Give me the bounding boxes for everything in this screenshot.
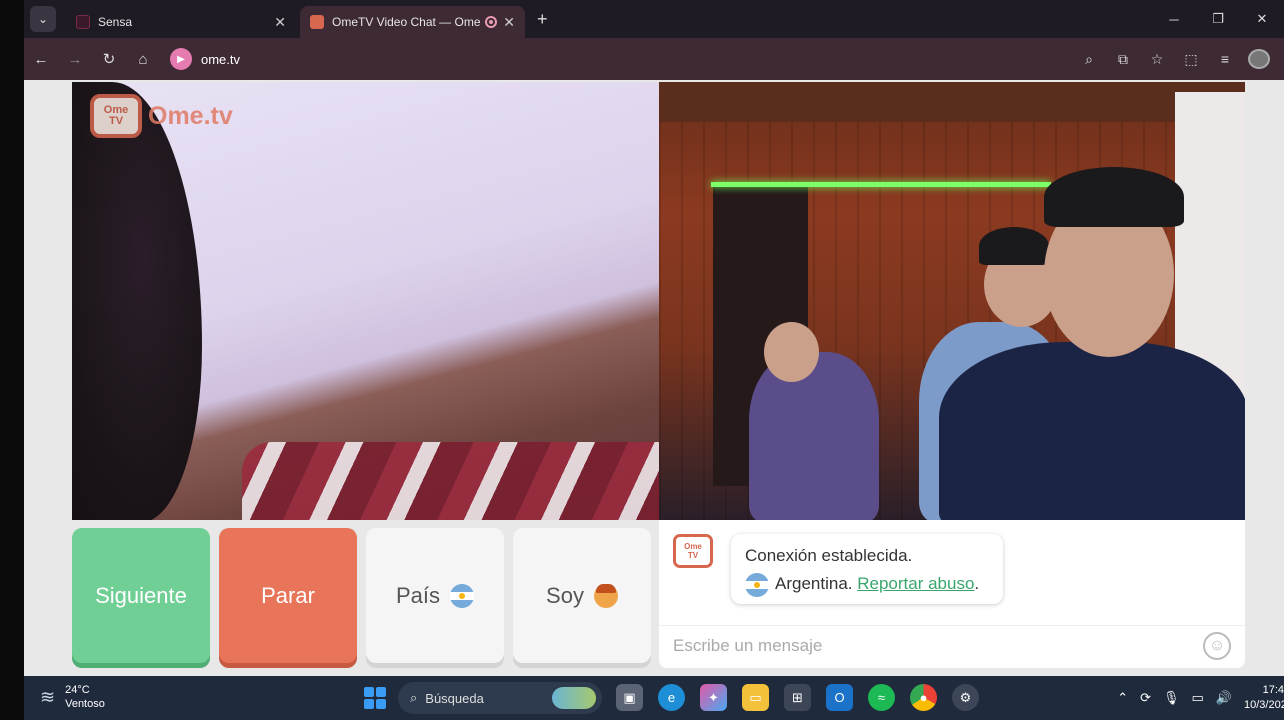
video-person-1 — [749, 352, 879, 520]
video-led-strip — [711, 182, 1051, 187]
pinned-apps: ▣ e ✦ ▭ ⊞ O ≈ ● ⚙ — [616, 684, 979, 711]
edge-icon[interactable]: e — [658, 684, 685, 711]
logo-tv-icon: Ome TV — [90, 94, 142, 138]
media-control-icon[interactable]: ≡ — [1214, 51, 1236, 67]
system-tray: ⌃ ⟳ 🎙 ▭ 🔊 17:4 10/3/202 — [1117, 676, 1284, 720]
display-icon[interactable]: ▭ — [1192, 690, 1204, 706]
browser-toolbar: ← → ↻ ⌂ ▶ ome.tv ⌕ ⧉ ☆ ⬚ ≡ — [24, 38, 1284, 80]
browser-tab-bar: ⌄ Sensa ✕ OmeTV Video Chat — Ome ✕ + ─ ❐… — [24, 0, 1284, 38]
gender-button[interactable]: Soy — [513, 528, 651, 663]
close-tab-icon[interactable]: ✕ — [274, 14, 286, 31]
windows-taskbar: ≋ 24°C Ventoso ⌕ Búsqueda ▣ e ✦ ▭ ⊞ O ≈ … — [24, 676, 1284, 720]
close-window-icon[interactable]: ✕ — [1240, 11, 1284, 27]
microphone-icon[interactable]: 🎙 — [1163, 690, 1180, 706]
back-arrow-icon[interactable]: ← — [24, 51, 58, 68]
tab-list-chevron-icon[interactable]: ⌄ — [30, 6, 56, 32]
video-hair-shape — [72, 82, 202, 520]
windows-start-icon[interactable] — [364, 687, 386, 709]
reload-icon[interactable]: ↻ — [92, 50, 126, 68]
country-label: País — [395, 582, 441, 608]
file-explorer-icon[interactable]: ▭ — [742, 684, 769, 711]
install-app-icon[interactable]: ⧉ — [1112, 51, 1134, 68]
ometv-page: Ome TV Ome.tv Siguiente Parar País Soy O… — [24, 80, 1284, 676]
country-line: Argentina. Reportar abuso. — [745, 570, 989, 598]
tab-title: Sensa — [98, 15, 133, 29]
settings-gear-icon[interactable]: ⚙ — [952, 684, 979, 711]
sensa-favicon-icon — [76, 15, 90, 29]
video-ceiling — [659, 82, 1245, 122]
site-info-icon[interactable]: ▶ — [170, 48, 192, 70]
argentina-flag-icon — [745, 572, 769, 597]
video-blanket-shape — [242, 442, 659, 520]
restore-icon[interactable]: ❐ — [1196, 11, 1240, 27]
clock-time: 17:4 — [1262, 684, 1284, 696]
recording-indicator-icon — [485, 16, 498, 28]
spotify-icon[interactable]: ≈ — [868, 684, 895, 711]
local-video: Ome TV Ome.tv — [72, 82, 659, 520]
search-label: Búsqueda — [425, 690, 484, 706]
stranger-video — [659, 82, 1245, 520]
copilot-icon[interactable]: ✦ — [700, 684, 727, 711]
chat-panel: Ome TV Conexión establecida. Argentina. … — [659, 520, 1245, 668]
smiley-emoji-icon[interactable]: ☺ — [1203, 632, 1231, 660]
clock-date: 10/3/202 — [1244, 699, 1284, 711]
chevron-up-icon[interactable]: ⌃ — [1117, 690, 1128, 706]
argentina-flag-icon — [450, 583, 475, 608]
bookmark-star-icon[interactable]: ☆ — [1146, 51, 1168, 68]
message-placeholder: Escribe un mensaje — [673, 635, 823, 655]
home-icon[interactable]: ⌂ — [126, 51, 160, 68]
country-name: Argentina. — [775, 574, 853, 593]
country-button[interactable]: País — [366, 528, 504, 663]
profile-avatar[interactable] — [1248, 49, 1270, 69]
tab-title: OmeTV Video Chat — Ome — [332, 15, 481, 29]
left-edge — [0, 0, 24, 720]
ometv-favicon-icon — [310, 15, 324, 29]
weather-temp: 24°C — [65, 684, 90, 696]
system-message: Conexión establecida. Argentina. Reporta… — [731, 534, 1003, 604]
message-input[interactable]: Escribe un mensaje — [659, 625, 1245, 665]
toolbar-actions: ⌕ ⧉ ☆ ⬚ ≡ — [1078, 38, 1270, 80]
url-text: ome.tv — [201, 51, 241, 67]
extensions-icon[interactable]: ⬚ — [1180, 51, 1202, 68]
task-view-icon[interactable]: ▣ — [616, 684, 643, 711]
screen: ⌄ Sensa ✕ OmeTV Video Chat — Ome ✕ + ─ ❐… — [0, 0, 1284, 720]
volume-icon[interactable]: 🔊 — [1216, 690, 1232, 706]
tab-sensa[interactable]: Sensa ✕ — [66, 6, 296, 38]
wind-icon: ≋ — [40, 686, 56, 707]
next-button[interactable]: Siguiente — [72, 528, 210, 663]
logo-text: Ome.tv — [148, 101, 233, 130]
search-highlight-image — [552, 687, 596, 709]
outlook-icon[interactable]: O — [826, 684, 853, 711]
network-sync-icon[interactable]: ⟳ — [1140, 690, 1151, 706]
chat-ometv-logo-icon: Ome TV — [673, 534, 713, 568]
search-icon: ⌕ — [410, 690, 418, 705]
window-controls: ─ ❐ ✕ — [1152, 0, 1284, 38]
boy-face-icon — [593, 583, 618, 608]
store-icon[interactable]: ⊞ — [784, 684, 811, 711]
connection-status: Conexión establecida. — [745, 546, 913, 565]
weather-widget[interactable]: ≋ 24°C Ventoso — [40, 683, 105, 711]
address-bar[interactable]: ▶ ome.tv — [170, 44, 1030, 74]
close-tab-icon[interactable]: ✕ — [503, 14, 515, 31]
tab-ometv[interactable]: OmeTV Video Chat — Ome ✕ — [300, 6, 525, 38]
forward-arrow-icon[interactable]: → — [58, 51, 92, 68]
ometv-logo: Ome TV Ome.tv — [90, 94, 233, 138]
chrome-icon[interactable]: ● — [910, 684, 937, 711]
weather-desc: Ventoso — [65, 698, 105, 710]
minimize-icon[interactable]: ─ — [1152, 12, 1196, 27]
new-tab-plus-icon[interactable]: + — [537, 9, 548, 30]
taskbar-search[interactable]: ⌕ Búsqueda — [398, 682, 602, 714]
video-person-3 — [939, 342, 1245, 520]
zoom-icon[interactable]: ⌕ — [1078, 51, 1100, 68]
clock[interactable]: 17:4 10/3/202 — [1244, 683, 1284, 713]
stop-button[interactable]: Parar — [219, 528, 357, 663]
report-abuse-link[interactable]: Reportar abuso — [857, 574, 974, 593]
gender-label: Soy — [546, 582, 584, 608]
